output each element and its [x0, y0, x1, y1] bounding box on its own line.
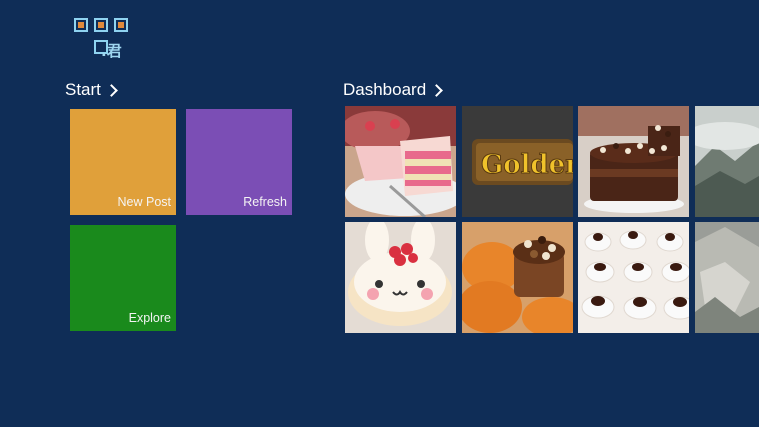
- logo-square: [94, 18, 108, 32]
- photo-tile-rocky-cliff[interactable]: [695, 222, 759, 333]
- photo-tile-chocolate-cake[interactable]: [578, 106, 689, 217]
- explore-tile[interactable]: Explore: [70, 225, 176, 331]
- start-title: Start: [65, 80, 101, 99]
- photo-tile-pumpkins[interactable]: [462, 222, 573, 333]
- refresh-tile[interactable]: Refresh: [186, 109, 292, 215]
- photo-tile-meringues[interactable]: [578, 222, 689, 333]
- refresh-label: Refresh: [243, 195, 287, 209]
- logo-glyph: .君: [101, 42, 122, 60]
- app-logo: .君: [74, 18, 144, 62]
- photo-tile-misty-mountain[interactable]: [695, 106, 759, 217]
- logo-square: [114, 18, 128, 32]
- explore-label: Explore: [128, 311, 171, 325]
- dashboard-title: Dashboard: [343, 80, 427, 99]
- new-post-tile[interactable]: New Post: [70, 109, 176, 215]
- logo-square: [74, 18, 88, 32]
- dashboard-section-header[interactable]: Dashboard: [343, 80, 444, 100]
- golden-sign-text: Golden: [481, 150, 573, 180]
- photo-tile-golden-sign[interactable]: Golden: [462, 106, 573, 217]
- new-post-label: New Post: [117, 195, 172, 209]
- chevron-right-icon: [430, 84, 444, 97]
- chevron-right-icon: [105, 84, 118, 97]
- photo-tile-strawberry-cake[interactable]: [345, 106, 456, 217]
- start-section-header[interactable]: Start: [65, 80, 118, 100]
- photo-tile-bunny-cake[interactable]: [345, 222, 456, 333]
